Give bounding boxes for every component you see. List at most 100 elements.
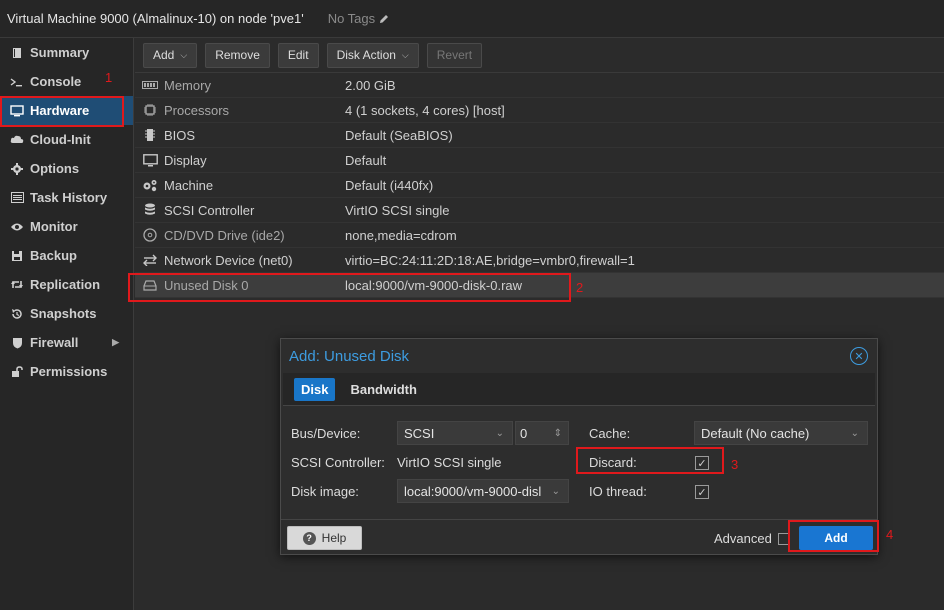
tags-editor[interactable]: No Tags [328,11,390,26]
chip-icon [136,128,164,142]
row-name: Processors [164,102,230,118]
row-value: virtio=BC:24:11:2D:18:AE,bridge=vmbr0,fi… [345,252,635,268]
row-value: none,media=cdrom [345,227,457,243]
unlock-icon [8,365,26,378]
row-value: 4 (1 sockets, 4 cores) [host] [345,102,505,118]
chevron-down-icon: ⌵ [180,49,188,60]
sidebar-item-permissions[interactable]: Permissions [0,357,133,386]
io-thread-checkbox[interactable]: ✓ [695,485,709,499]
terminal-icon [8,76,26,88]
table-row-selected[interactable]: Unused Disk 0 local:9000/vm-9000-disk-0.… [135,273,944,298]
history-icon [8,308,26,320]
sidebar-item-console[interactable]: Console [0,67,133,96]
table-row[interactable]: BIOS Default (SeaBIOS) [135,123,944,148]
sidebar-item-label: Summary [30,45,90,60]
sidebar-item-cloud-init[interactable]: Cloud-Init [0,125,133,154]
sidebar-item-label: Firewall [30,335,79,350]
sidebar-item-label: Permissions [30,364,108,379]
bus-device-label: Bus/Device: [291,426,361,441]
row-name: Memory [164,77,211,93]
sidebar-item-snapshots[interactable]: Snapshots [0,299,133,328]
remove-button[interactable]: Remove [205,42,270,68]
table-row[interactable]: Display Default [135,148,944,173]
row-name: Machine [164,177,214,193]
row-value: Default [345,152,387,168]
sidebar-item-label: Cloud-Init [30,132,91,147]
row-name: Network Device (net0) [164,252,293,268]
advanced-checkbox[interactable] [778,533,790,545]
discard-checkbox[interactable]: ✓ [695,456,709,470]
disk-image-label: Disk image: [291,484,359,499]
chevron-down-icon: ⌵ [401,49,409,60]
revert-button[interactable]: Revert [426,42,483,68]
annotation-label: 3 [731,457,739,472]
sidebar-item-hardware[interactable]: Hardware [0,96,133,125]
annotation-label: 1 [105,70,113,85]
expand-arrow-icon[interactable]: ▶ [112,337,119,348]
floppy-icon [8,250,26,262]
dialog-form: Bus/Device: SCSI ⌄ 0 ⇕ SCSI Controller: … [281,413,877,517]
help-button[interactable]: ? Help [287,526,362,550]
sidebar-item-options[interactable]: Options [0,154,133,183]
tab-bandwidth[interactable]: Bandwidth [343,378,423,401]
row-name: Display [164,152,207,168]
cloud-icon [8,134,26,145]
chevron-down-icon: ⌄ [850,427,859,439]
sidebar-item-label: Snapshots [30,306,97,321]
cache-select[interactable]: Default (No cache) ⌄ [694,421,868,445]
cache-label: Cache: [589,426,631,441]
sidebar-item-label: Hardware [30,103,90,118]
sidebar-item-replication[interactable]: Replication [0,270,133,299]
row-value: local:9000/vm-9000-disk-0.raw [345,277,523,293]
disk-action-button[interactable]: Disk Action ⌵ [326,42,419,68]
cdrom-icon [136,228,164,242]
gear-icon [8,162,26,175]
sidebar-item-backup[interactable]: Backup [0,241,133,270]
sidebar-item-label: Replication [30,277,101,292]
disk-image-select[interactable]: local:9000/vm-9000-disl ⌄ [397,479,569,503]
spinner-icon[interactable]: ⇕ [554,428,562,439]
row-name: BIOS [164,127,196,143]
sidebar-item-firewall[interactable]: Firewall ▶ [0,328,133,357]
table-row[interactable]: CD/DVD Drive (ide2) none,media=cdrom [135,223,944,248]
sidebar-item-label: Task History [30,190,108,205]
dialog-header: Add: Unused Disk ✕ [281,339,877,373]
pencil-icon[interactable] [378,13,390,25]
row-value: Default (i440fx) [345,177,434,193]
desktop-icon [136,153,164,167]
sidebar-item-summary[interactable]: Summary [0,38,133,67]
close-icon[interactable]: ✕ [850,347,868,365]
row-value: Default (SeaBIOS) [345,127,453,143]
sidebar-item-task-history[interactable]: Task History [0,183,133,212]
tab-disk[interactable]: Disk [294,377,336,401]
table-row[interactable]: Processors 4 (1 sockets, 4 cores) [host] [135,98,944,123]
add-button[interactable]: Add [799,526,873,550]
cogs-icon [136,179,164,192]
advanced-label: Advanced [714,531,772,546]
annotation-label: 2 [576,280,584,295]
dialog-tabs: Disk Bandwidth [283,373,875,406]
sidebar-item-monitor[interactable]: Monitor [0,212,133,241]
dialog-footer: ? Help Advanced Add [281,519,877,555]
table-row[interactable]: Machine Default (i440fx) [135,173,944,198]
add-menu-button[interactable]: Add ⌵ [143,42,198,68]
table-row[interactable]: Network Device (net0) virtio=BC:24:11:2D… [135,248,944,273]
monitor-icon [8,104,26,117]
list-icon [8,192,26,203]
dialog-title: Add: Unused Disk [289,347,410,365]
retweet-icon [8,279,26,290]
row-name: CD/DVD Drive (ide2) [164,227,285,243]
bus-select[interactable]: SCSI ⌄ [397,421,513,445]
io-thread-label: IO thread: [589,484,647,499]
row-value: 2.00 GiB [345,77,396,93]
table-row[interactable]: Memory 2.00 GiB [135,73,944,98]
scsi-controller-value: VirtIO SCSI single [397,455,502,470]
hardware-toolbar: Add ⌵ Remove Edit Disk Action ⌵ Revert [135,38,944,73]
question-icon: ? [302,531,316,545]
row-value: VirtIO SCSI single [345,202,450,218]
chevron-down-icon: ⌄ [495,427,504,439]
discard-label: Discard: [589,455,637,470]
table-row[interactable]: SCSI Controller VirtIO SCSI single [135,198,944,223]
edit-button[interactable]: Edit [277,42,319,68]
device-number-stepper[interactable]: 0 ⇕ [515,421,569,445]
